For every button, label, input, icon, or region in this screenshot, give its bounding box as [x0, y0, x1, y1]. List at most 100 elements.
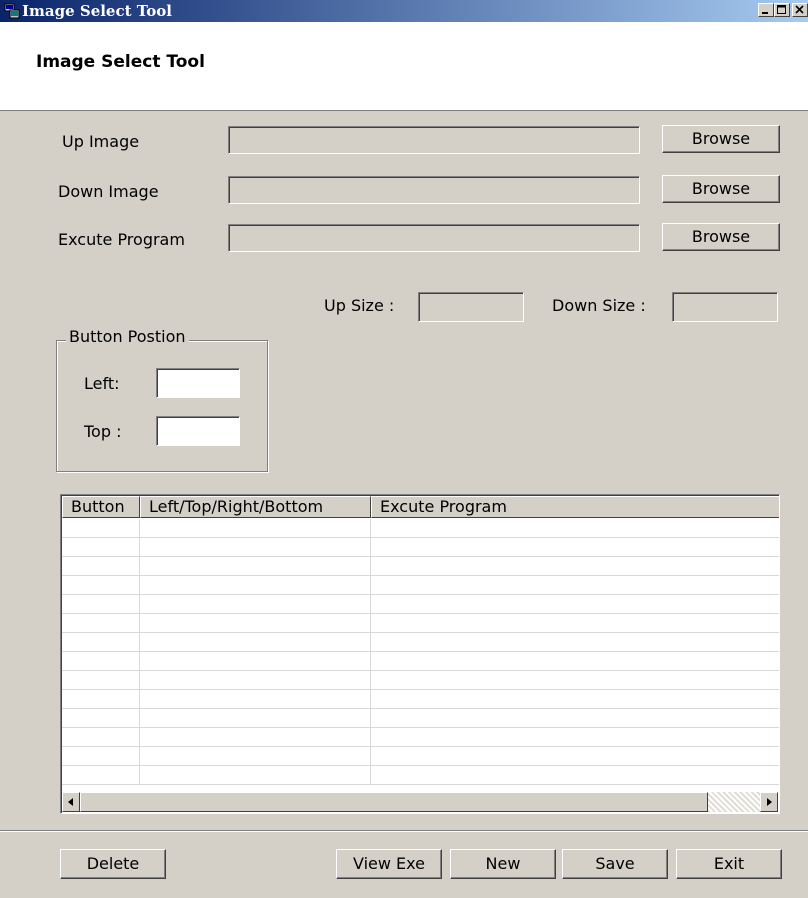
arrow-left-icon — [68, 798, 73, 806]
table-row[interactable] — [62, 671, 779, 690]
table-row[interactable] — [62, 709, 779, 728]
left-label: Left: — [84, 374, 120, 393]
table-cell — [62, 614, 140, 632]
down-size-field[interactable] — [672, 292, 778, 322]
table-cell — [371, 557, 779, 575]
down-image-field[interactable] — [228, 176, 640, 204]
table-cell — [371, 766, 779, 784]
up-image-browse-button[interactable]: Browse — [662, 125, 780, 153]
table-cell — [371, 747, 779, 765]
table-row[interactable] — [62, 538, 779, 557]
table-cell — [140, 709, 371, 727]
table-cell — [140, 595, 371, 613]
table-cell — [371, 690, 779, 708]
button-list-table[interactable]: Button Left/Top/Right/Bottom Excute Prog… — [60, 494, 780, 814]
table-cell — [62, 576, 140, 594]
table-row[interactable] — [62, 614, 779, 633]
up-size-label: Up Size : — [324, 296, 395, 315]
top-field[interactable] — [156, 416, 240, 446]
table-row[interactable] — [62, 519, 779, 538]
table-row[interactable] — [62, 728, 779, 747]
maximize-button[interactable] — [774, 3, 790, 17]
down-image-browse-button[interactable]: Browse — [662, 175, 780, 203]
table-row[interactable] — [62, 576, 779, 595]
window-title: Image Select Tool — [22, 2, 172, 20]
table-cell — [140, 576, 371, 594]
table-cell — [62, 557, 140, 575]
button-position-group — [56, 340, 268, 472]
table-cell — [140, 671, 371, 689]
table-cell — [62, 519, 140, 537]
down-size-label: Down Size : — [552, 296, 646, 315]
view-exe-button[interactable]: View Exe — [336, 849, 442, 879]
table-cell — [140, 633, 371, 651]
table-cell — [62, 690, 140, 708]
table-cell — [371, 633, 779, 651]
column-header-program[interactable]: Excute Program — [371, 496, 779, 518]
up-size-field[interactable] — [418, 292, 524, 322]
close-button[interactable] — [792, 3, 808, 17]
table-cell — [371, 538, 779, 556]
column-header-button[interactable]: Button — [62, 496, 140, 518]
table-cell — [62, 766, 140, 784]
table-cell — [62, 709, 140, 727]
table-cell — [62, 595, 140, 613]
table-cell — [371, 595, 779, 613]
page-title: Image Select Tool — [36, 52, 205, 72]
table-row[interactable] — [62, 766, 779, 785]
table-cell — [371, 671, 779, 689]
table-row[interactable] — [62, 652, 779, 671]
table-cell — [140, 766, 371, 784]
table-cell — [140, 747, 371, 765]
table-row[interactable] — [62, 595, 779, 614]
table-cell — [371, 652, 779, 670]
up-image-field[interactable] — [228, 126, 640, 154]
scroll-right-button[interactable] — [760, 792, 778, 812]
execute-program-label: Excute Program — [58, 230, 185, 249]
save-button[interactable]: Save — [562, 849, 668, 879]
table-cell — [62, 747, 140, 765]
minimize-button[interactable] — [758, 3, 774, 17]
execute-program-field[interactable] — [228, 224, 640, 252]
left-field[interactable] — [156, 368, 240, 398]
minimize-icon — [762, 12, 768, 14]
scroll-track[interactable] — [708, 792, 760, 812]
bottom-separator — [0, 830, 808, 832]
table-row[interactable] — [62, 557, 779, 576]
table-cell — [371, 519, 779, 537]
delete-button[interactable]: Delete — [60, 849, 166, 879]
table-cell — [371, 614, 779, 632]
button-position-group-label: Button Postion — [66, 327, 189, 346]
table-cell — [140, 652, 371, 670]
arrow-right-icon — [767, 798, 772, 806]
app-icon — [4, 3, 20, 19]
table-cell — [140, 519, 371, 537]
table-cell — [371, 576, 779, 594]
scroll-left-button[interactable] — [62, 792, 80, 812]
table-cell — [140, 614, 371, 632]
table-row[interactable] — [62, 747, 779, 766]
up-image-label: Up Image — [62, 132, 140, 151]
table-cell — [140, 728, 371, 746]
new-button[interactable]: New — [450, 849, 556, 879]
horizontal-scrollbar[interactable] — [62, 792, 778, 812]
exit-button[interactable]: Exit — [676, 849, 782, 879]
execute-program-browse-button[interactable]: Browse — [662, 223, 780, 251]
table-header: Button Left/Top/Right/Bottom Excute Prog… — [62, 496, 779, 518]
table-cell — [371, 728, 779, 746]
column-header-position[interactable]: Left/Top/Right/Bottom — [140, 496, 371, 518]
table-cell — [62, 538, 140, 556]
table-cell — [140, 557, 371, 575]
table-cell — [62, 728, 140, 746]
maximize-icon — [777, 5, 786, 14]
scroll-thumb[interactable] — [80, 792, 708, 812]
table-cell — [62, 671, 140, 689]
table-cell — [62, 652, 140, 670]
table-cell — [140, 690, 371, 708]
table-row[interactable] — [62, 633, 779, 652]
title-bar[interactable]: Image Select Tool — [0, 0, 808, 22]
table-cell — [371, 709, 779, 727]
table-row[interactable] — [62, 690, 779, 709]
table-cell — [140, 538, 371, 556]
down-image-label: Down Image — [58, 182, 159, 201]
